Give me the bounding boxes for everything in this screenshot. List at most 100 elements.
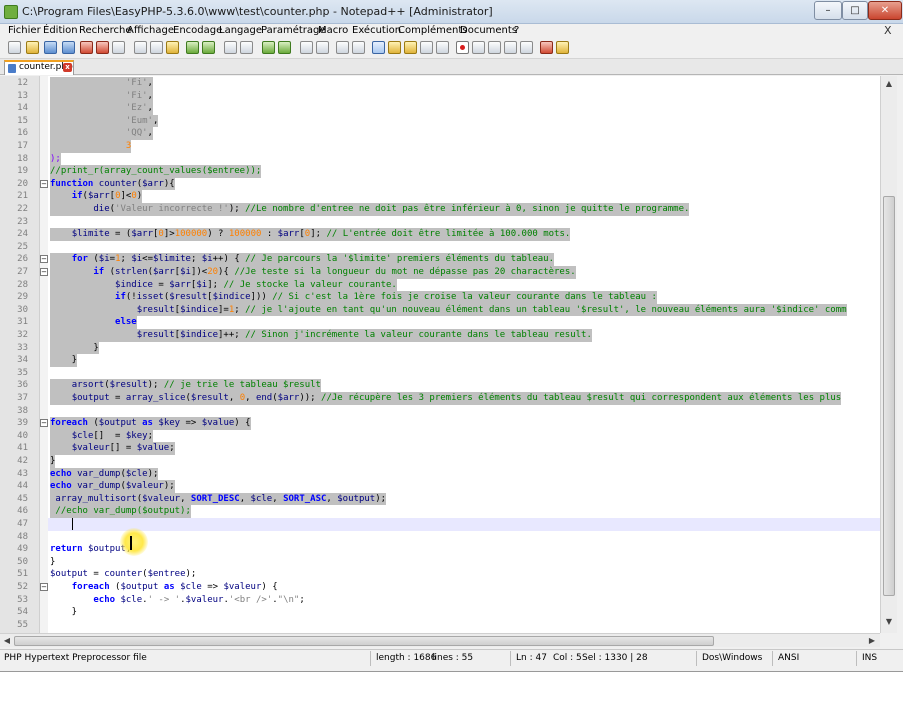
code-line[interactable]: return $output; xyxy=(50,543,131,556)
find-icon[interactable] xyxy=(224,41,237,54)
code-line[interactable]: } xyxy=(50,556,55,569)
save-icon[interactable] xyxy=(44,41,57,54)
code-line[interactable]: if(!isset($result[$indice])) // Si c'est… xyxy=(50,291,657,304)
code-line[interactable]: } xyxy=(50,455,56,468)
fold-toggle-icon[interactable]: − xyxy=(40,179,48,188)
code-line[interactable]: $output = counter($entree); xyxy=(50,568,196,581)
close-file-icon[interactable] xyxy=(80,41,93,54)
tab-counter-php[interactable]: counter.php x xyxy=(4,60,74,75)
code-line[interactable]: $indice = $arr[$i]; // Je stocke la vale… xyxy=(50,278,397,292)
menu-complements[interactable]: Compléments xyxy=(398,25,467,36)
menu-encodage[interactable]: Encodage xyxy=(173,25,222,36)
menu-macro[interactable]: Macro xyxy=(318,25,348,36)
code-line[interactable]: for ($i=1; $i<=$limite; $i++) { // Je pa… xyxy=(50,253,555,266)
fold-toggle-icon[interactable]: − xyxy=(40,419,48,428)
replace-icon[interactable] xyxy=(240,41,253,54)
code-editor[interactable]: 12 'Fi', 13 'Fi', 14 'Ez', 15 'Eum', 16 'QQ'… xyxy=(0,76,880,633)
title-bar[interactable]: C:\Program Files\EasyPHP-5.3.6.0\www\tes… xyxy=(0,0,903,24)
paste-icon[interactable] xyxy=(166,41,179,54)
code-line[interactable]: 'Fi', xyxy=(50,89,153,103)
print-icon[interactable] xyxy=(112,41,125,54)
fold-toggle-icon[interactable]: − xyxy=(40,583,48,591)
show-all-chars-icon[interactable] xyxy=(352,41,365,54)
minimize-button[interactable]: – xyxy=(814,1,842,20)
doc-map-icon[interactable] xyxy=(404,41,417,54)
plugin-icon[interactable] xyxy=(556,41,569,54)
scroll-left-icon[interactable]: ◀ xyxy=(1,635,13,647)
macro-play-icon[interactable] xyxy=(488,41,501,54)
code-line[interactable]: } xyxy=(50,341,99,355)
menu-langage[interactable]: Langage xyxy=(219,25,262,36)
vertical-scrollbar[interactable]: ▲ ▼ xyxy=(880,76,897,633)
code-line[interactable]: echo var_dump($valeur); xyxy=(50,480,175,493)
function-list-icon[interactable] xyxy=(420,41,433,54)
code-line[interactable]: $valeur[] = $value; xyxy=(50,442,175,455)
scroll-down-icon[interactable]: ▼ xyxy=(883,616,895,628)
code-line[interactable]: 'Fi', xyxy=(50,77,153,90)
sync-v-scroll-icon[interactable] xyxy=(300,41,313,54)
tab-close-icon[interactable]: x xyxy=(63,63,72,72)
code-line[interactable]: } xyxy=(50,606,77,619)
sync-h-scroll-icon[interactable] xyxy=(316,41,329,54)
vertical-scroll-thumb[interactable] xyxy=(883,196,895,596)
code-line[interactable]: 3 xyxy=(50,140,132,153)
horizontal-scroll-thumb[interactable] xyxy=(14,636,714,646)
code-line[interactable]: if (strlen($arr[$i])<20){ //Je teste si … xyxy=(50,266,576,279)
menu-recherche[interactable]: Recherche xyxy=(79,25,132,36)
code-line[interactable]: } xyxy=(50,354,78,367)
scroll-right-icon[interactable]: ▶ xyxy=(866,635,878,647)
user-lang-icon[interactable] xyxy=(388,41,401,54)
open-file-icon[interactable] xyxy=(26,41,39,54)
code-line[interactable]: //echo var_dump($output); xyxy=(50,505,191,518)
menu-edition[interactable]: Édition xyxy=(43,25,78,36)
redo-icon[interactable] xyxy=(202,41,215,54)
code-line[interactable]: 'Eum', xyxy=(50,114,159,128)
menu-parametrage[interactable]: Paramétrage xyxy=(261,25,326,36)
code-line[interactable]: ); xyxy=(50,152,61,166)
word-wrap-icon[interactable] xyxy=(336,41,349,54)
close-all-icon[interactable] xyxy=(96,41,109,54)
close-button[interactable]: ✕ xyxy=(868,1,902,20)
menu-fichier[interactable]: Fichier xyxy=(8,25,41,36)
maximize-button[interactable]: □ xyxy=(842,1,868,20)
code-line[interactable]: $result[$indice]++; // Sinon j'incrément… xyxy=(50,329,592,342)
code-line[interactable]: $result[$indice]=1; // je l'ajoute en ta… xyxy=(50,303,847,317)
zoom-in-icon[interactable] xyxy=(262,41,275,54)
code-line[interactable]: $limite = ($arr[0]>100000) ? 100000 : $a… xyxy=(50,228,571,241)
code-line[interactable]: $cle[] = $key; xyxy=(50,429,153,443)
indent-guide-icon[interactable] xyxy=(372,41,385,54)
macro-run-multiple-icon[interactable] xyxy=(504,41,517,54)
copy-icon[interactable] xyxy=(150,41,163,54)
menu-help[interactable]: ? xyxy=(514,25,519,36)
code-line[interactable]: $output = array_slice($result, 0, end($a… xyxy=(50,392,842,405)
horizontal-scrollbar[interactable]: ◀ ▶ xyxy=(0,633,880,647)
code-line[interactable]: 'Ez', xyxy=(50,102,153,115)
save-all-icon[interactable] xyxy=(62,41,75,54)
code-line[interactable]: echo $cle.' -> '.$valeur.'<br />'."\n"; xyxy=(50,594,304,607)
menu-execution[interactable]: Exécution xyxy=(352,25,401,36)
code-line[interactable]: //print_r(array_count_values($entree)); xyxy=(50,165,262,178)
menu-affichage[interactable]: Affichage xyxy=(127,25,174,36)
code-line[interactable]: die('Valeur incorrecte !'); //Le nombre … xyxy=(50,203,690,216)
code-line[interactable]: foreach ($output as $cle => $valeur) { xyxy=(50,581,278,594)
zoom-out-icon[interactable] xyxy=(278,41,291,54)
new-file-icon[interactable] xyxy=(8,41,21,54)
fold-toggle-icon[interactable]: − xyxy=(40,268,48,276)
scroll-up-icon[interactable]: ▲ xyxy=(883,78,895,90)
code-line[interactable]: foreach ($output as $key => $value) { xyxy=(50,417,251,430)
flag-icon[interactable] xyxy=(540,41,553,54)
close-document-button[interactable]: X xyxy=(884,24,892,37)
macro-stop-icon[interactable] xyxy=(472,41,485,54)
macro-record-icon[interactable] xyxy=(456,41,469,54)
code-line[interactable]: echo var_dump($cle); xyxy=(50,467,159,481)
fold-toggle-icon[interactable]: − xyxy=(40,255,48,264)
code-line[interactable]: function counter($arr){ xyxy=(50,177,175,191)
code-line[interactable]: 'QQ', xyxy=(50,127,153,140)
menu-documents[interactable]: Documents xyxy=(460,25,517,36)
macro-save-icon[interactable] xyxy=(520,41,533,54)
code-line[interactable]: if($arr[0]<0) xyxy=(50,190,143,203)
code-line[interactable]: array_multisort($valeur, SORT_DESC, $cle… xyxy=(50,492,387,506)
code-line[interactable]: arsort($result); // je trie le tableau $… xyxy=(50,379,321,392)
cut-icon[interactable] xyxy=(134,41,147,54)
undo-icon[interactable] xyxy=(186,41,199,54)
